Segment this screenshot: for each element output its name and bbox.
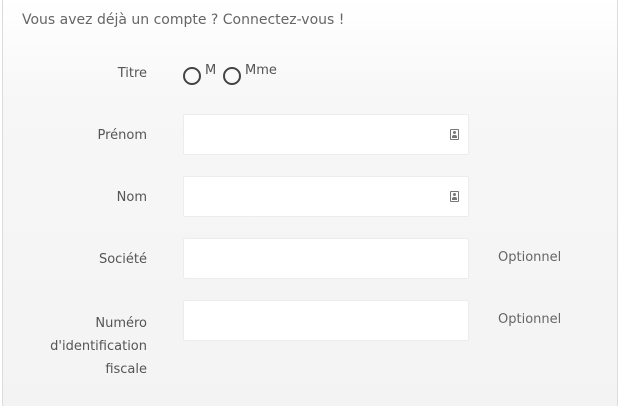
company-input[interactable] bbox=[183, 238, 469, 279]
tax-id-label-line-1: Numéro bbox=[95, 316, 147, 331]
contact-card-icon bbox=[450, 191, 459, 202]
tax-id-label: Numéro d'identification fiscale bbox=[50, 312, 147, 381]
contact-card-icon bbox=[450, 129, 459, 140]
tax-id-optional-hint: Optionnel bbox=[498, 312, 562, 327]
tax-id-label-line-2: d'identification bbox=[50, 339, 147, 354]
last-name-label: Nom bbox=[116, 190, 147, 205]
title-radio-m[interactable] bbox=[183, 67, 201, 85]
title-option-m-label[interactable]: M bbox=[205, 63, 216, 78]
title-option-mme-label[interactable]: Mme bbox=[245, 63, 277, 78]
first-name-input[interactable] bbox=[183, 114, 469, 155]
title-label: Titre bbox=[117, 66, 147, 81]
login-prompt-link[interactable]: Vous avez déjà un compte ? Connectez-vou… bbox=[22, 12, 344, 28]
company-optional-hint: Optionnel bbox=[498, 250, 562, 265]
customer-form-panel: Vous avez déjà un compte ? Connectez-vou… bbox=[2, 0, 618, 406]
title-radio-mme[interactable] bbox=[223, 67, 241, 85]
first-name-label: Prénom bbox=[97, 128, 147, 143]
tax-id-input[interactable] bbox=[183, 300, 469, 341]
last-name-input[interactable] bbox=[183, 176, 469, 217]
company-label: Société bbox=[98, 252, 147, 267]
tax-id-label-line-3: fiscale bbox=[105, 362, 147, 377]
